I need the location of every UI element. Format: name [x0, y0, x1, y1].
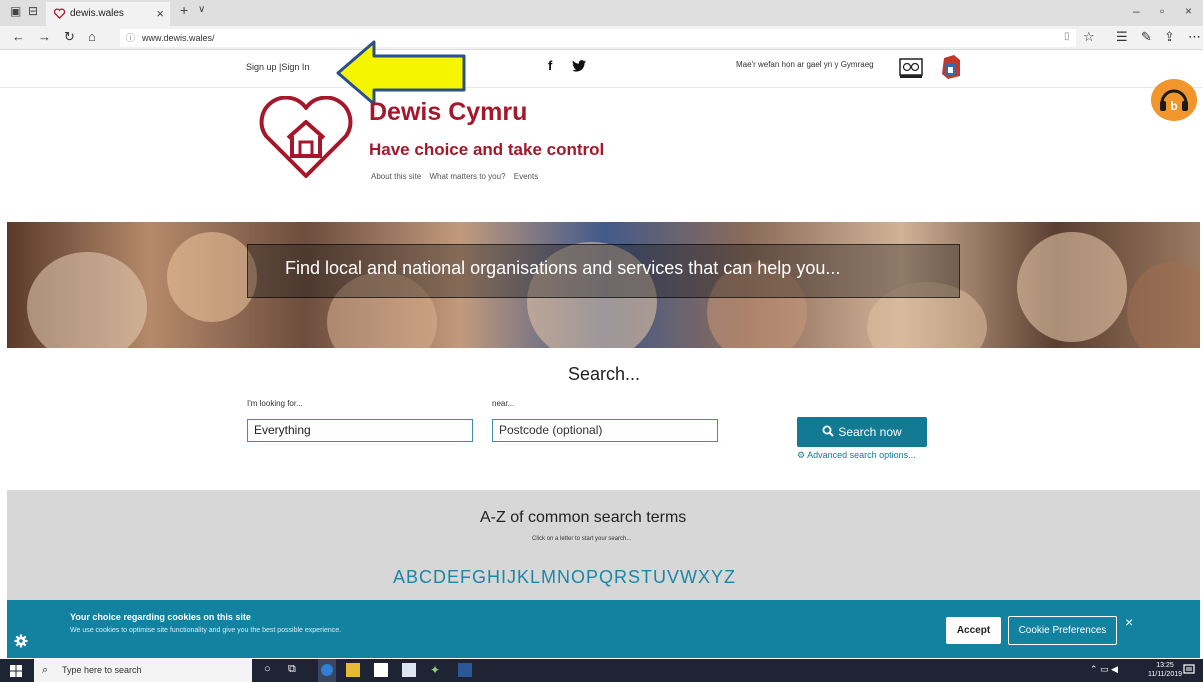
more-icon[interactable]: ⋯ [1188, 29, 1201, 45]
clock-date: 11/11/2019 [1148, 671, 1182, 678]
brand-name[interactable]: Dewis Cymru [369, 98, 527, 127]
hero-caption: Find local and national organisations an… [285, 258, 841, 278]
windows-start-icon[interactable] [10, 665, 22, 677]
share-icon[interactable]: ⇪ [1164, 29, 1175, 45]
cortana-icon[interactable]: ○ [264, 663, 278, 677]
mail-icon[interactable] [402, 663, 416, 677]
search-now-label: Search now [838, 425, 902, 439]
set-aside-tabs-icon[interactable]: ⊟ [28, 4, 38, 18]
cookie-title: Your choice regarding cookies on this si… [70, 612, 251, 622]
dewis-heart-house-logo[interactable] [258, 96, 354, 180]
system-tray-icons[interactable]: ⌃ ▭ ◀ [1090, 664, 1118, 675]
edge-taskbar-icon[interactable] [318, 659, 336, 682]
tab-preview-icon[interactable]: ▣ [10, 4, 21, 18]
search-now-button[interactable]: Search now [797, 417, 927, 447]
address-bar[interactable]: ⓘ www.dewis.wales/ [120, 29, 1076, 47]
site-info-icon[interactable]: ⓘ [126, 29, 135, 47]
new-tab-icon[interactable]: + [180, 2, 188, 18]
windows-taskbar: ⌕ Type here to search ○ ⧉ ✦ ⌃ ▭ ◀ 13:25 … [0, 659, 1203, 682]
cookie-close-icon[interactable]: × [1125, 614, 1133, 630]
site-nav: About this site What matters to you? Eve… [371, 172, 544, 181]
favorites-icon[interactable]: ☰ [1116, 29, 1128, 45]
az-heading: A-Z of common search terms [480, 509, 687, 526]
task-view-icon[interactable]: ⧉ [288, 663, 302, 677]
nav-about-link[interactable]: About this site [371, 172, 421, 181]
tab-menu-icon[interactable]: ∨ [198, 4, 205, 15]
welsh-language-notice[interactable]: Mae'r wefan hon ar gael yn y Gymraeg [736, 60, 874, 69]
sign-in-link[interactable]: Sign up |Sign In [246, 62, 309, 72]
browser-tab-bar: ▣ ⊟ dewis.wales × + ∨ – ▫ × [0, 0, 1203, 26]
heart-favicon-icon [54, 8, 65, 19]
app-icon[interactable]: ✦ [430, 663, 444, 677]
taskbar-search-icon: ⌕ [42, 664, 49, 676]
brand-tagline: Have choice and take control [369, 140, 605, 159]
reading-view-icon[interactable]: ▯ [1064, 31, 1070, 42]
postcode-input[interactable]: Postcode (optional) [492, 419, 718, 442]
nav-events-link[interactable]: Events [514, 172, 538, 181]
url-text: www.dewis.wales/ [142, 33, 215, 43]
search-heading: Search... [568, 364, 641, 384]
home-icon[interactable]: ⌂ [88, 29, 96, 44]
taskbar-search-box[interactable]: ⌕ Type here to search [34, 659, 252, 682]
az-letter-links[interactable]: ABCDEFGHIJKLMNOPQRSTUVWXYZ [393, 567, 736, 588]
browser-tab[interactable]: dewis.wales × [46, 2, 170, 26]
browser-nav-bar: ← → ↻ ⌂ ⓘ www.dewis.wales/ ▯ ☆ ☰ ✎ ⇪ ⋯ [0, 26, 1203, 50]
svg-text:b: b [1170, 99, 1177, 113]
nav-what-matters-link[interactable]: What matters to you? [429, 172, 505, 181]
annotation-arrow-icon [336, 40, 466, 106]
cookie-preferences-button[interactable]: Cookie Preferences [1008, 616, 1117, 645]
minimize-icon[interactable]: – [1133, 4, 1140, 18]
taskbar-clock[interactable]: 13:25 11/11/2019 [1148, 661, 1182, 679]
forward-icon[interactable]: → [38, 29, 51, 44]
clock-time: 13:25 [1156, 662, 1174, 669]
cogs-icon: ⚙ [797, 450, 806, 460]
advanced-search-label: Advanced search options... [807, 450, 916, 460]
info-box-icon[interactable] [940, 54, 962, 80]
favorite-star-icon[interactable]: ☆ [1083, 29, 1095, 45]
maximize-icon[interactable]: ▫ [1160, 4, 1164, 18]
cookie-text: We use cookies to optimise site function… [70, 627, 342, 634]
notifications-icon[interactable] [1183, 664, 1195, 676]
looking-for-input[interactable]: Everything [247, 419, 473, 442]
near-label: near... [492, 399, 515, 408]
cookie-settings-gear-icon[interactable] [14, 634, 28, 648]
refresh-icon[interactable]: ↻ [64, 29, 75, 45]
looking-for-label: I'm looking for... [247, 399, 303, 408]
search-icon [822, 425, 835, 437]
word-icon[interactable] [458, 663, 472, 677]
listen-headphones-button[interactable]: b [1151, 79, 1197, 121]
advanced-search-link[interactable]: ⚙ Advanced search options... [797, 450, 916, 461]
tab-title: dewis.wales [70, 8, 124, 19]
window-close-icon[interactable]: × [1185, 4, 1192, 18]
twitter-icon[interactable] [572, 60, 586, 72]
file-explorer-icon[interactable] [346, 663, 360, 677]
store-icon[interactable] [374, 663, 388, 677]
taskbar-search-placeholder: Type here to search [62, 665, 142, 675]
facebook-icon[interactable]: f [548, 58, 552, 73]
back-icon[interactable]: ← [12, 29, 25, 44]
accept-cookies-button[interactable]: Accept [946, 617, 1001, 644]
tab-close-icon[interactable]: × [156, 2, 164, 26]
az-subheading: Click on a letter to start your search..… [532, 536, 632, 542]
site-top-bar: Sign up |Sign In f Mae'r wefan hon ar ga… [0, 50, 1203, 88]
accessibility-icon[interactable] [899, 55, 923, 79]
notes-pen-icon[interactable]: ✎ [1141, 29, 1152, 45]
